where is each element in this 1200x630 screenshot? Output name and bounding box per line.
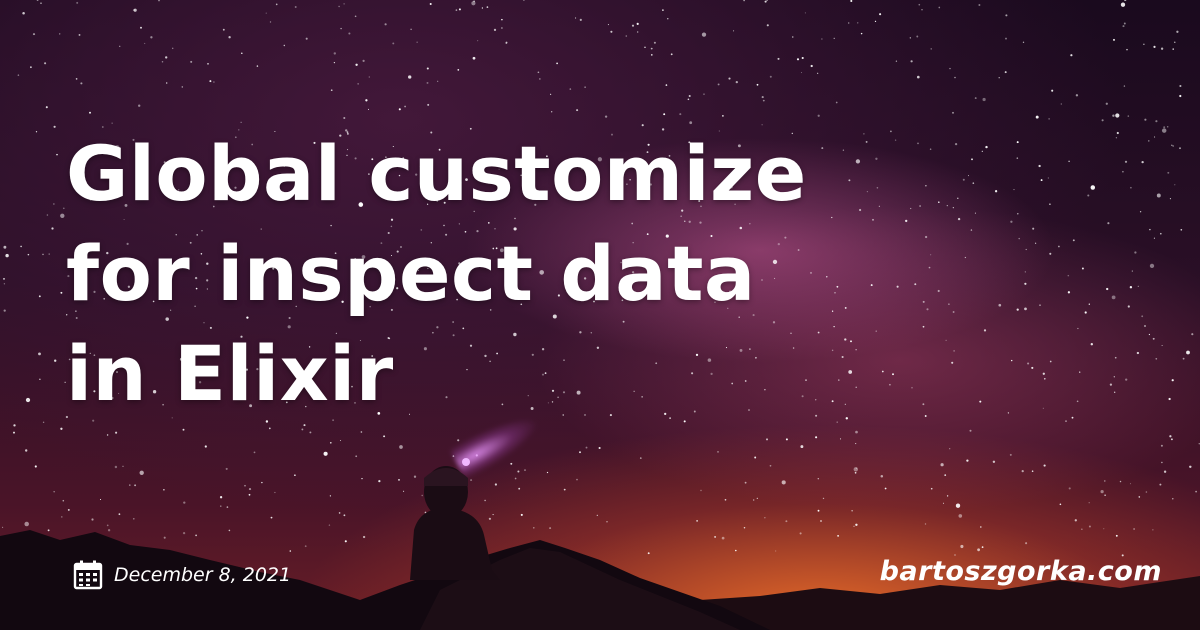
person-silhouette	[410, 458, 500, 580]
title-line: Global customize	[66, 129, 807, 218]
date-text: December 8, 2021	[114, 564, 292, 586]
title-line: for inspect data	[66, 229, 756, 318]
social-card: Global customize for inspect data in Eli…	[0, 0, 1200, 630]
title-line: in Elixir	[66, 329, 394, 418]
post-title: Global customize for inspect data in Eli…	[66, 124, 926, 424]
site-link[interactable]: bartoszgorka.com	[880, 556, 1162, 587]
post-date: December 8, 2021	[72, 558, 291, 592]
calendar-icon	[73, 560, 103, 590]
